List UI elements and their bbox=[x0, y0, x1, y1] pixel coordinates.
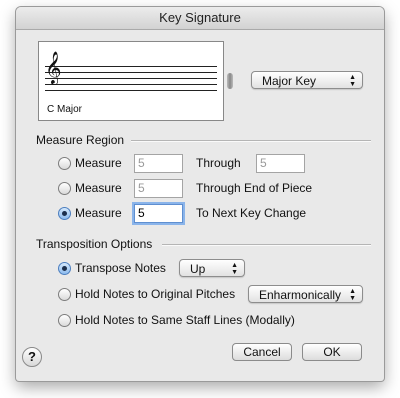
measure-start-field[interactable]: 5 bbox=[134, 154, 183, 173]
preview-scroll-thumb[interactable] bbox=[227, 73, 233, 89]
measure-through-radio[interactable] bbox=[58, 157, 71, 170]
transposition-heading: Transposition Options bbox=[36, 237, 153, 251]
transpose-direction-value: Up bbox=[190, 262, 206, 276]
measure-region-heading: Measure Region bbox=[36, 133, 125, 147]
measure-label: Measure bbox=[75, 181, 122, 195]
through-label: Through bbox=[196, 156, 241, 170]
treble-clef-icon: 𝄞 bbox=[45, 51, 62, 84]
hold-original-pitches-radio[interactable] bbox=[58, 288, 71, 301]
staff-line bbox=[45, 72, 217, 73]
transpose-direction-popup[interactable]: Up ▲ ▼ bbox=[179, 259, 245, 277]
key-mode-popup[interactable]: Major Key ▲ ▼ bbox=[251, 71, 363, 89]
ok-button[interactable]: OK bbox=[302, 343, 362, 361]
dialog-title: Key Signature bbox=[16, 7, 384, 30]
measure-end-field[interactable]: 5 bbox=[256, 154, 305, 173]
measure-label: Measure bbox=[75, 156, 122, 170]
measure-next-change-radio[interactable] bbox=[58, 207, 71, 220]
staff-line bbox=[45, 66, 217, 67]
section-divider bbox=[162, 244, 371, 246]
key-mode-value: Major Key bbox=[262, 74, 317, 88]
next-key-change-label: To Next Key Change bbox=[196, 206, 307, 220]
staff-line bbox=[45, 84, 217, 85]
staff-line bbox=[45, 90, 217, 91]
transpose-notes-label: Transpose Notes bbox=[75, 261, 166, 275]
cancel-button[interactable]: Cancel bbox=[232, 343, 292, 361]
hold-staff-lines-label: Hold Notes to Same Staff Lines (Modally) bbox=[75, 313, 295, 327]
popup-arrows-icon: ▲ ▼ bbox=[349, 74, 356, 88]
hold-pitches-popup[interactable]: Enharmonically ▲ ▼ bbox=[248, 285, 363, 303]
staff-line bbox=[45, 78, 217, 79]
hold-pitches-value: Enharmonically bbox=[259, 288, 342, 302]
measure-through-end-radio[interactable] bbox=[58, 182, 71, 195]
help-button[interactable]: ? bbox=[22, 347, 42, 367]
through-end-label: Through End of Piece bbox=[196, 181, 313, 195]
hold-staff-lines-radio[interactable] bbox=[58, 314, 71, 327]
measure-label: Measure bbox=[75, 206, 122, 220]
popup-arrows-icon: ▲ ▼ bbox=[349, 288, 356, 302]
measure-active-field[interactable]: 5 bbox=[134, 204, 183, 223]
preview-key-label: C Major bbox=[47, 104, 83, 115]
hold-original-pitches-label: Hold Notes to Original Pitches bbox=[75, 287, 236, 301]
measure-field[interactable]: 5 bbox=[134, 179, 183, 198]
popup-arrows-icon: ▲ ▼ bbox=[231, 262, 238, 276]
section-divider bbox=[131, 140, 371, 142]
key-signature-dialog: Key Signature 𝄞 C Major Major Key ▲ ▼ Mea… bbox=[16, 7, 384, 381]
key-preview-staff: 𝄞 C Major bbox=[38, 41, 224, 121]
transpose-notes-radio[interactable] bbox=[58, 262, 71, 275]
